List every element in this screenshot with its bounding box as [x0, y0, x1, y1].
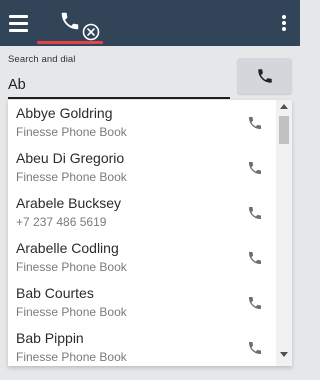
contact-row[interactable]: Bab Courtes Finesse Phone Book	[8, 280, 276, 325]
call-icon[interactable]	[247, 205, 263, 221]
contact-detail: +7 237 486 5619	[16, 215, 107, 229]
call-icon[interactable]	[247, 115, 263, 131]
top-app-bar	[0, 0, 300, 46]
contact-results-list: Abbye Goldring Finesse Phone Book Abeu D…	[8, 100, 292, 366]
call-icon[interactable]	[247, 340, 263, 356]
scroll-down-arrow-icon[interactable]	[280, 352, 288, 357]
scroll-up-arrow-icon[interactable]	[280, 104, 288, 109]
phone-icon	[61, 12, 79, 30]
phone-icon	[258, 69, 272, 83]
contact-name: Arabele Bucksey	[16, 195, 122, 211]
contact-row[interactable]: Bab Pippin Finesse Phone Book	[8, 325, 276, 366]
contact-detail: Finesse Phone Book	[16, 125, 127, 139]
contact-name: Abbye Goldring	[16, 105, 113, 121]
active-tab-indicator	[37, 41, 103, 44]
tab-phone-dialer[interactable]	[37, 0, 103, 46]
contact-detail: Finesse Phone Book	[16, 305, 127, 319]
search-input[interactable]	[8, 73, 230, 99]
scrollbar-thumb[interactable]	[279, 116, 289, 144]
call-icon[interactable]	[247, 295, 263, 311]
call-icon[interactable]	[247, 250, 263, 266]
contact-detail: Finesse Phone Book	[16, 260, 127, 274]
results-scrollbar[interactable]	[276, 100, 292, 366]
vertical-dots-icon[interactable]	[278, 13, 290, 35]
dial-button[interactable]	[237, 58, 292, 94]
search-label: Search and dial	[8, 54, 76, 65]
circle-x-icon	[82, 23, 100, 41]
contact-name: Bab Courtes	[16, 285, 94, 301]
contact-name: Abeu Di Gregorio	[16, 150, 125, 166]
contact-detail: Finesse Phone Book	[16, 350, 127, 364]
hamburger-menu-icon[interactable]	[7, 12, 31, 34]
contact-detail: Finesse Phone Book	[16, 170, 127, 184]
contact-name: Arabelle Codling	[16, 240, 119, 256]
contact-row[interactable]: Arabelle Codling Finesse Phone Book	[8, 235, 276, 280]
contact-row[interactable]: Arabele Bucksey +7 237 486 5619	[8, 190, 276, 235]
contact-row[interactable]: Abeu Di Gregorio Finesse Phone Book	[8, 145, 276, 190]
contact-name: Bab Pippin	[16, 330, 84, 346]
call-icon[interactable]	[247, 160, 263, 176]
contact-row[interactable]: Abbye Goldring Finesse Phone Book	[8, 100, 276, 145]
